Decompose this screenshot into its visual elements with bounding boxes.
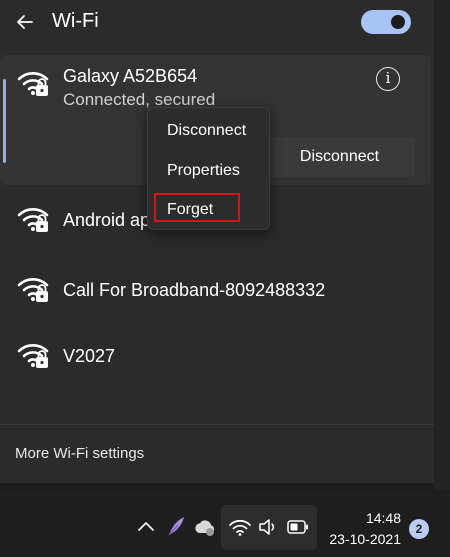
context-menu: Disconnect Properties Forget (147, 107, 270, 230)
menu-item-properties[interactable]: Properties (167, 162, 240, 180)
back-arrow-icon[interactable] (14, 11, 36, 33)
wifi-secured-icon (17, 208, 49, 232)
menu-item-disconnect[interactable]: Disconnect (167, 122, 246, 140)
cloud-icon[interactable] (193, 518, 217, 538)
more-wifi-settings-link[interactable]: More Wi-Fi settings (15, 445, 144, 462)
scroll-track (434, 0, 450, 490)
toggle-knob (391, 15, 405, 29)
divider (0, 424, 434, 425)
wifi-header: Wi-Fi (0, 0, 434, 48)
network-name: Android ap (63, 210, 151, 230)
connected-network-name: Galaxy A52B654 (63, 66, 198, 86)
wifi-secured-icon (17, 344, 49, 368)
clock-time: 14:48 (365, 510, 401, 526)
wifi-secured-icon (17, 72, 49, 96)
info-icon: i (385, 69, 391, 87)
network-name: V2027 (63, 346, 116, 366)
disconnect-button[interactable]: Disconnect (264, 137, 415, 177)
taskbar-clock[interactable]: 14:48 23-10-2021 (325, 509, 401, 548)
disconnect-button-label: Disconnect (299, 148, 380, 165)
network-name: Call For Broadband-8092488332 (63, 280, 326, 300)
wifi-icon (229, 519, 251, 536)
wifi-toggle[interactable] (361, 10, 411, 34)
feather-icon[interactable] (166, 515, 186, 537)
notification-badge[interactable]: 2 (409, 519, 429, 539)
network-info-button[interactable]: i (376, 67, 400, 91)
battery-icon (287, 520, 308, 534)
clock-date: 23-10-2021 (329, 531, 401, 547)
volume-icon (259, 519, 275, 535)
wifi-secured-icon (17, 278, 49, 302)
selection-indicator (3, 79, 6, 163)
network-volume-battery-group[interactable] (221, 505, 317, 550)
page-title: Wi-Fi (52, 10, 99, 32)
forget-highlight-box (154, 193, 240, 222)
chevron-up-icon[interactable] (137, 519, 155, 533)
